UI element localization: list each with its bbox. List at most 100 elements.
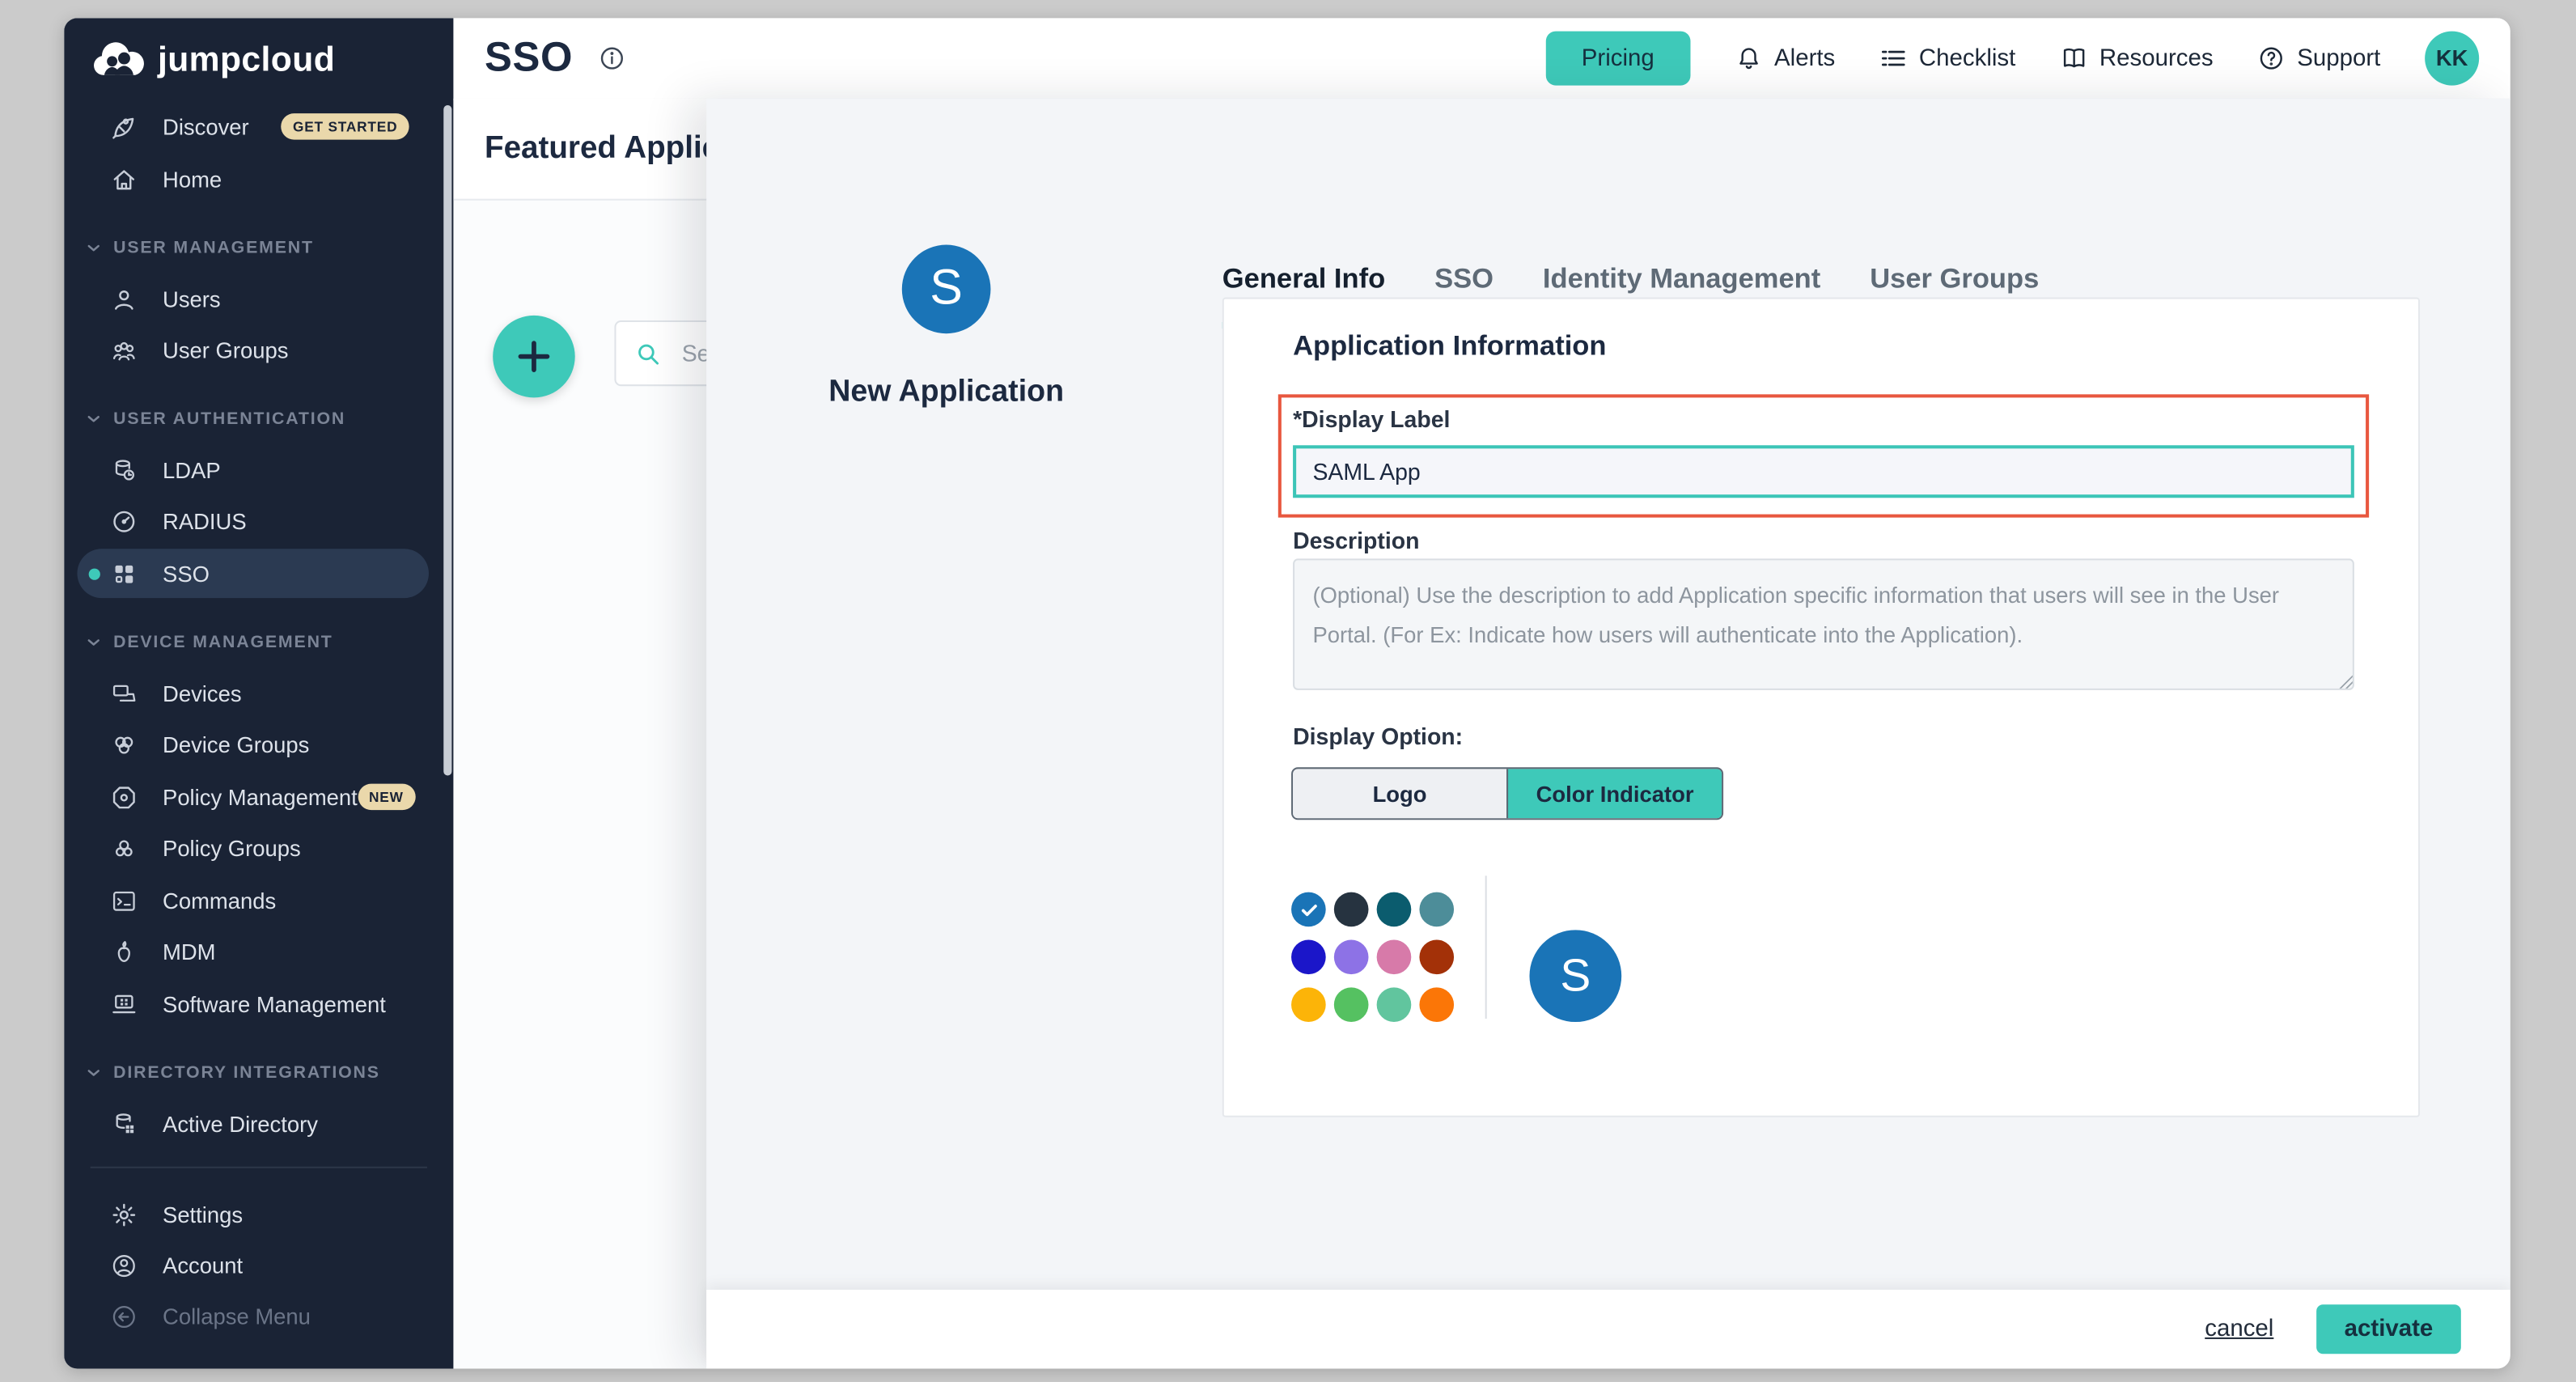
logo-text: jumpcloud — [158, 40, 335, 80]
color-swatch[interactable] — [1291, 940, 1326, 975]
color-swatch[interactable] — [1419, 892, 1454, 927]
checklist-button[interactable]: Checklist — [1879, 45, 2015, 73]
display-label-label: *Display Label — [1293, 406, 1450, 432]
sidebar: jumpcloud Discover GET STARTED Home USER… — [64, 18, 453, 1368]
collapse-arrow-icon — [110, 1302, 138, 1330]
sidebar-section-user-management[interactable]: USER MANAGEMENT — [86, 223, 430, 273]
sidebar-item-collapse-menu[interactable]: Collapse Menu — [77, 1291, 429, 1341]
sidebar-section-user-authentication[interactable]: USER AUTHENTICATION — [86, 394, 430, 443]
card-heading: Application Information — [1293, 330, 1606, 363]
color-swatch[interactable] — [1334, 987, 1369, 1022]
sidebar-item-home[interactable]: Home — [77, 155, 429, 204]
search-icon — [634, 339, 663, 367]
home-icon — [110, 165, 138, 193]
sso-page-content: Featured Applications — [453, 99, 716, 1369]
top-bar: SSO Pricing Alerts Checklist Resources — [453, 18, 2510, 100]
terminal-icon — [110, 887, 138, 915]
color-swatch[interactable] — [1291, 987, 1326, 1022]
question-icon — [2257, 45, 2286, 73]
rocket-icon — [110, 112, 138, 141]
sidebar-item-software-management[interactable]: Software Management — [77, 979, 429, 1028]
add-application-button[interactable] — [493, 316, 575, 398]
featured-applications-heading: Featured Applications — [485, 130, 716, 167]
admin-console: jumpcloud Discover GET STARTED Home USER… — [64, 18, 2510, 1368]
user-icon — [110, 285, 138, 313]
policy-management-icon — [110, 783, 138, 812]
chevron-down-icon — [86, 1065, 102, 1081]
color-swatch[interactable] — [1377, 987, 1412, 1022]
book-icon — [2060, 45, 2088, 73]
color-swatch[interactable] — [1334, 892, 1369, 927]
drawer-title: New Application — [782, 373, 1111, 409]
color-swatch-selected[interactable] — [1291, 892, 1326, 927]
display-option-logo[interactable]: Logo — [1293, 769, 1506, 818]
display-label-input[interactable] — [1293, 445, 2354, 498]
sidebar-section-directory-integrations[interactable]: DIRECTORY INTEGRATIONS — [86, 1049, 430, 1098]
sidebar-item-radius[interactable]: RADIUS — [77, 496, 429, 545]
apple-icon — [110, 937, 138, 965]
color-swatch[interactable] — [1334, 940, 1369, 975]
active-indicator-dot — [89, 568, 100, 579]
sidebar-item-device-groups[interactable]: Device Groups — [77, 719, 429, 769]
laptop-icon — [110, 990, 138, 1018]
sidebar-item-settings[interactable]: Settings — [77, 1189, 429, 1239]
alerts-button[interactable]: Alerts — [1735, 45, 1835, 73]
sso-grid-icon — [110, 559, 138, 587]
description-label: Description — [1293, 528, 1419, 553]
sidebar-divider — [91, 1167, 427, 1168]
jumpcloud-cloud-icon — [91, 40, 146, 81]
display-option-color-indicator[interactable]: Color Indicator — [1506, 769, 1722, 818]
sidebar-item-active-directory[interactable]: Active Directory — [77, 1099, 429, 1148]
gear-icon — [110, 1200, 138, 1228]
radius-dial-icon — [110, 507, 138, 535]
color-swatch[interactable] — [1377, 940, 1412, 975]
resources-button[interactable]: Resources — [2060, 45, 2213, 73]
sidebar-item-commands[interactable]: Commands — [77, 875, 429, 925]
application-information-card: Application Information *Display Label D… — [1222, 298, 2420, 1117]
active-directory-icon — [110, 1110, 138, 1138]
chevron-down-icon — [86, 634, 102, 651]
support-button[interactable]: Support — [2257, 45, 2380, 73]
application-avatar: S — [902, 245, 991, 334]
color-swatch-grid — [1291, 892, 1454, 1022]
color-indicator-preview: S — [1529, 930, 1621, 1022]
plus-icon — [513, 335, 556, 378]
jumpcloud-logo[interactable]: jumpcloud — [91, 40, 335, 81]
sidebar-item-ldap[interactable]: LDAP — [77, 445, 429, 494]
sidebar-item-devices[interactable]: Devices — [77, 668, 429, 718]
drawer-footer: cancel activate — [706, 1290, 2510, 1368]
info-icon[interactable] — [598, 45, 626, 73]
sidebar-item-policy-groups[interactable]: Policy Groups — [77, 823, 429, 872]
activate-button[interactable]: activate — [2316, 1304, 2461, 1354]
device-groups-icon — [110, 731, 138, 759]
sidebar-item-mdm[interactable]: MDM — [77, 926, 429, 976]
sidebar-item-users[interactable]: Users — [77, 274, 429, 324]
user-groups-icon — [110, 336, 138, 364]
swatch-preview-divider — [1485, 875, 1487, 1019]
color-swatch[interactable] — [1419, 940, 1454, 975]
app-window: jumpcloud Discover GET STARTED Home USER… — [0, 0, 2576, 1382]
close-icon[interactable] — [2431, 133, 2474, 176]
sidebar-scrollbar[interactable] — [443, 105, 451, 775]
featured-applications-row: Featured Applications — [453, 99, 716, 201]
sidebar-item-policy-management[interactable]: Policy Management NEW — [77, 772, 429, 821]
sidebar-item-sso[interactable]: SSO — [77, 549, 429, 598]
cancel-button[interactable]: cancel — [2205, 1316, 2273, 1342]
sidebar-item-account[interactable]: Account — [77, 1240, 429, 1290]
bell-icon — [1735, 45, 1763, 73]
checklist-icon — [1879, 45, 1908, 73]
top-actions: Pricing Alerts Checklist Resources Suppo… — [1545, 32, 2510, 86]
sidebar-item-user-groups[interactable]: User Groups — [77, 325, 429, 375]
sidebar-item-discover[interactable]: Discover GET STARTED — [77, 102, 429, 151]
sidebar-section-device-management[interactable]: DEVICE MANAGEMENT — [86, 618, 430, 668]
policy-groups-icon — [110, 834, 138, 863]
pricing-button[interactable]: Pricing — [1545, 32, 1690, 86]
color-swatch[interactable] — [1377, 892, 1412, 927]
ldap-database-icon — [110, 456, 138, 484]
color-swatch[interactable] — [1419, 987, 1454, 1022]
avatar[interactable]: KK — [2425, 32, 2479, 86]
description-textarea[interactable] — [1293, 558, 2354, 689]
page-title: SSO — [485, 35, 573, 83]
display-option-toggle: Logo Color Indicator — [1291, 767, 1723, 820]
account-person-icon — [110, 1251, 138, 1279]
